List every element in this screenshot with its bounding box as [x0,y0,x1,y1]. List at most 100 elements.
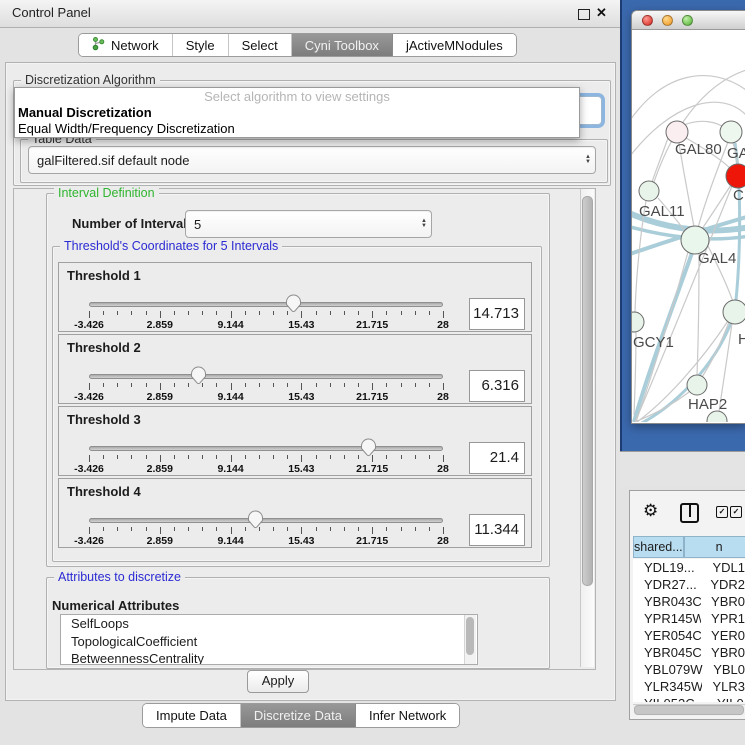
slider-tick-labels: -3.4262.8599.14415.4321.71528 [89,319,443,331]
column-header-name[interactable]: n [684,536,745,558]
algorithm-option-equal-width[interactable]: Equal Width/Frequency Discretization [15,120,579,136]
table-row[interactable]: YBR043CYBR0 [633,593,745,610]
table-row[interactable]: YBL079WYBL0 [633,661,745,678]
threshold-row: Threshold 4 -3.4262.8599.14415.4321.7152… [58,478,532,548]
attribute-item[interactable]: TopologicalCoefficient [61,633,477,651]
number-of-intervals-combobox[interactable]: 5 ▲▼ [185,210,432,238]
threshold-slider[interactable]: -3.4262.8599.14415.4321.71528 [89,291,443,331]
slider-thumb[interactable] [285,294,302,313]
apply-button[interactable]: Apply [247,670,309,693]
table-cell: YBR0 [701,593,745,610]
table-panel-titlebar: Table Panel [620,451,745,487]
table-row[interactable]: YIL052CYIL0 [633,695,745,702]
table-row[interactable]: YDR27...YDR2 [633,576,745,593]
network-node[interactable] [666,121,688,143]
discretization-algorithm-group-label: Discretization Algorithm [21,73,160,87]
tab-cyni-toolbox[interactable]: Cyni Toolbox [292,34,393,56]
stepper-arrows-icon[interactable]: ▲▼ [581,155,595,165]
table-row[interactable]: YDL19...YDL1 [633,559,745,576]
table-cell: YIL0 [707,695,744,702]
tab-discretize-data[interactable]: Discretize Data [241,704,356,727]
zoom-traffic-light[interactable] [682,15,693,26]
tab-select[interactable]: Select [229,34,292,56]
interval-definition-group-label: Interval Definition [54,186,159,200]
column-header-shared-name[interactable]: shared... [633,536,684,558]
control-panel-titlebar: Control Panel ✕ [0,0,620,28]
tab-network[interactable]: Network [79,34,173,56]
slider-track[interactable] [89,446,443,451]
threshold-label: Threshold 1 [67,268,141,283]
threshold-slider[interactable]: -3.4262.8599.14415.4321.71528 [89,363,443,403]
threshold-value-box[interactable]: 14.713 [469,298,525,330]
network-node-label: HAP2 [688,396,727,413]
attribute-item[interactable]: BetweennessCentrality [61,650,477,665]
threshold-row: Threshold 3 -3.4262.8599.14415.4321.7152… [58,406,532,476]
tab-jactivemnodules-label: jActiveMNodules [406,38,503,53]
table-row[interactable]: YER054CYER0 [633,627,745,644]
network-node[interactable] [720,121,742,143]
table-row[interactable]: YPR145WYPR1 [633,610,745,627]
attribute-item[interactable]: SelfLoops [61,615,477,633]
slider-thumb[interactable] [247,510,264,529]
table-horizontal-scrollbar-thumb[interactable] [634,705,744,715]
table-row[interactable]: YLR345WYLR3 [633,678,745,695]
gear-icon[interactable]: ⚙ [643,501,658,521]
screen: Control Panel ✕ Network Style Select Cyn… [0,0,745,745]
attributes-list-scrollbar-thumb[interactable] [466,617,474,655]
close-icon[interactable]: ✕ [596,5,607,21]
split-columns-icon[interactable] [680,503,699,523]
threshold-value-box[interactable]: 6.316 [469,370,525,402]
number-of-intervals-value: 5 [186,217,417,232]
table-cell: YDL1 [702,559,745,576]
algorithm-option-manual[interactable]: Manual Discretization [15,104,579,120]
network-node-label: GAL11 [639,203,685,220]
close-traffic-light[interactable] [642,15,653,26]
network-node[interactable] [639,181,659,201]
slider-tick-labels: -3.4262.8599.14415.4321.71528 [89,391,443,403]
threshold-slider[interactable]: -3.4262.8599.14415.4321.71528 [89,507,443,547]
slider-thumb[interactable] [360,438,377,457]
network-window: GAL80GACGAL11GAL4GCY1HHAP2 [631,10,745,424]
settings-scrollbar-thumb[interactable] [582,196,593,586]
network-node-label: GA [727,145,745,162]
network-canvas[interactable]: GAL80GACGAL11GAL4GCY1HHAP2 [632,30,745,422]
slider-track[interactable] [89,518,443,523]
slider-thumb[interactable] [190,366,207,385]
threshold-label: Threshold 4 [67,484,141,499]
slider-track[interactable] [89,374,443,379]
tab-style-label: Style [186,38,215,53]
table-data-combobox[interactable]: galFiltered.sif default node ▲▼ [28,146,596,174]
table-row[interactable]: YBR045CYBR0 [633,644,745,661]
network-node[interactable] [726,164,745,188]
threshold-value-box[interactable]: 11.344 [469,514,525,546]
network-node-label: C [733,187,744,204]
tab-jactivemnodules[interactable]: jActiveMNodules [393,34,516,56]
table-cell: YBL0 [703,661,745,678]
threshold-slider[interactable]: -3.4262.8599.14415.4321.71528 [89,435,443,475]
stepper-arrows-icon[interactable]: ▲▼ [417,219,431,229]
tab-infer-network[interactable]: Infer Network [356,704,459,727]
restore-icon[interactable] [578,9,590,20]
threshold-value-box[interactable]: 21.4 [469,442,525,474]
slider-track[interactable] [89,302,443,307]
threshold-label: Threshold 3 [67,412,141,427]
checkbox-checked-icon[interactable]: ✓ [730,506,742,518]
tab-style[interactable]: Style [173,34,229,56]
tab-cyni-toolbox-label: Cyni Toolbox [305,38,379,53]
slider-ticks [89,527,443,535]
threshold-row: Threshold 1 -3.4262.8599.14415.4321.7152… [58,262,532,332]
checkbox-checked-icon[interactable]: ✓ [716,506,728,518]
network-icon [92,36,105,54]
network-node[interactable] [687,375,707,395]
network-window-titlebar[interactable] [632,11,745,30]
bottom-tab-bar: Impute Data Discretize Data Infer Networ… [142,703,460,728]
table-cell: YBL079W [633,661,703,678]
top-tab-bar: Network Style Select Cyni Toolbox jActiv… [78,33,517,57]
network-node[interactable] [723,300,745,324]
numerical-attributes-list[interactable]: SelfLoopsTopologicalCoefficientBetweenne… [60,614,478,665]
tab-impute-data[interactable]: Impute Data [143,704,241,727]
table-cell: YBR043C [633,593,701,610]
table-cell: YBR0 [701,644,745,661]
network-node[interactable] [632,312,644,332]
minimize-traffic-light[interactable] [662,15,673,26]
